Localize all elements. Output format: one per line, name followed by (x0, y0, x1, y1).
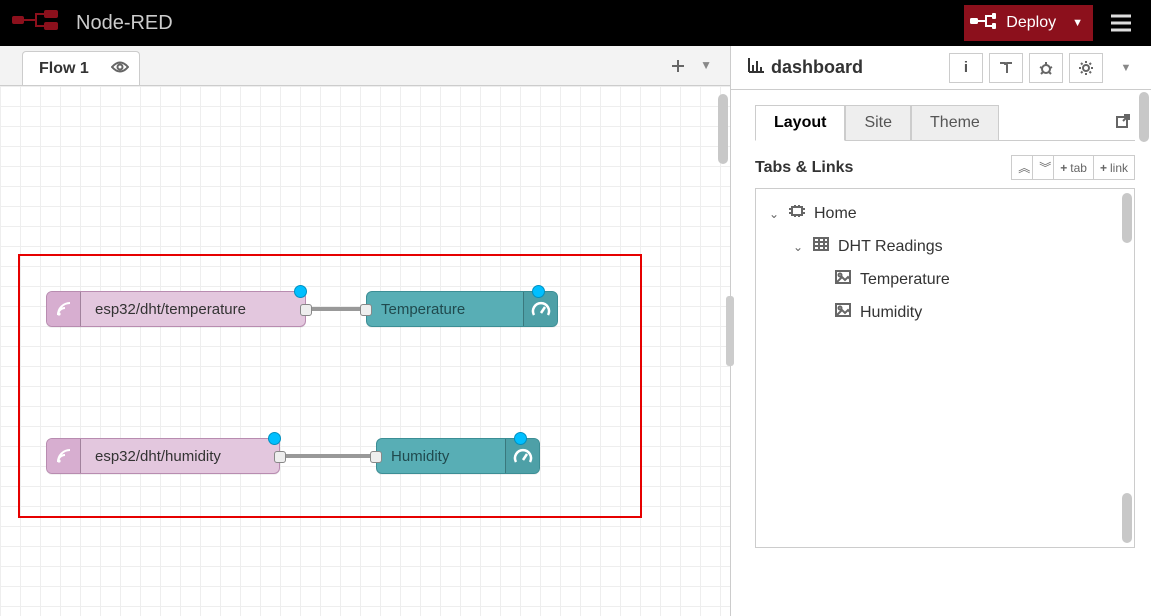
tree-widget-temperature[interactable]: Temperature (764, 263, 1128, 296)
sidebar-toolbar: dashboard i ▼ (731, 46, 1151, 90)
flow-menu-button[interactable]: ▼ (700, 58, 712, 79)
tab-theme[interactable]: Theme (911, 105, 999, 141)
wire[interactable] (286, 454, 374, 458)
add-link-button[interactable]: +link (1094, 155, 1135, 180)
tree-widget-humidity[interactable]: Humidity (764, 296, 1128, 329)
tree-label: Home (814, 205, 857, 223)
mqtt-in-icon (47, 439, 81, 473)
flow-canvas[interactable]: esp32/dht/temperature Temperature (0, 86, 730, 616)
app-logo: Node-RED (10, 8, 173, 38)
open-dashboard-button[interactable] (1111, 107, 1135, 140)
tree-label: Temperature (860, 271, 950, 289)
collapse-all-button[interactable]: ︾ (1033, 155, 1054, 180)
chevron-up-double-icon: ︽ (1018, 159, 1026, 176)
node-gauge-humidity[interactable]: Humidity (376, 438, 540, 474)
tab-layout[interactable]: Layout (755, 105, 845, 141)
main-menu-button[interactable] (1099, 5, 1143, 41)
layout-tree: ⌄ Home ⌄ DHT Readings (755, 188, 1135, 548)
deploy-button[interactable]: Deploy ▼ (964, 5, 1093, 41)
chevron-down-icon: ⌄ (792, 240, 804, 254)
sidebar-debug-button[interactable] (1029, 53, 1063, 83)
tree-group-dht[interactable]: ⌄ DHT Readings (764, 230, 1128, 263)
mqtt-in-icon (47, 292, 81, 326)
image-icon (834, 303, 852, 322)
sidebar-title: dashboard (771, 57, 863, 78)
node-input-port[interactable] (370, 451, 382, 463)
node-status-dot (514, 432, 527, 445)
tree-label: DHT Readings (838, 238, 943, 256)
gear-icon (1078, 60, 1094, 76)
app-header: Node-RED Deploy ▼ (0, 0, 1151, 46)
tree-scrollbar[interactable] (1122, 193, 1132, 243)
hamburger-icon (1110, 14, 1132, 32)
book-icon (998, 61, 1014, 75)
info-icon: i (964, 59, 968, 76)
node-red-logo-icon (10, 8, 66, 38)
grid-icon (812, 237, 830, 256)
main-area: Flow 1 ▼ esp (0, 46, 1151, 616)
node-input-port[interactable] (360, 304, 372, 316)
chevron-down-icon: ▼ (1072, 17, 1083, 29)
chevron-down-double-icon: ︾ (1039, 159, 1047, 176)
node-label: Temperature (367, 301, 479, 318)
flow-tab[interactable]: Flow 1 (22, 51, 140, 85)
node-status-dot (294, 285, 307, 298)
add-tab-button[interactable]: +tab (1054, 155, 1094, 180)
tree-label: Humidity (860, 304, 922, 322)
expand-all-button[interactable]: ︽ (1011, 155, 1033, 180)
node-label: esp32/dht/temperature (81, 301, 260, 318)
plus-icon (670, 58, 686, 74)
node-gauge-temperature[interactable]: Temperature (366, 291, 558, 327)
deploy-label: Deploy (1006, 14, 1056, 32)
dashboard-subtabs: Layout Site Theme (755, 104, 1135, 141)
node-output-port[interactable] (274, 451, 286, 463)
wire[interactable] (312, 307, 364, 311)
tree-scrollbar[interactable] (1122, 493, 1132, 543)
image-icon (834, 270, 852, 289)
node-label: esp32/dht/humidity (81, 448, 235, 465)
bug-icon (1038, 60, 1054, 76)
tab-site[interactable]: Site (845, 105, 911, 141)
app-title: Node-RED (76, 12, 173, 35)
canvas-scrollbar-vertical[interactable] (718, 94, 728, 164)
sidebar-config-button[interactable] (1069, 53, 1103, 83)
deploy-icon (970, 12, 996, 35)
external-link-icon (1115, 113, 1131, 129)
add-flow-button[interactable] (670, 58, 686, 79)
flow-tab-label: Flow 1 (39, 60, 89, 78)
node-status-dot (532, 285, 545, 298)
sidebar-help-button[interactable] (989, 53, 1023, 83)
tab-icon (788, 204, 806, 223)
canvas-wrapper: esp32/dht/temperature Temperature (0, 86, 730, 616)
chevron-down-icon: ⌄ (768, 207, 780, 221)
bar-chart-icon (747, 57, 765, 78)
plus-icon: + (1060, 161, 1067, 175)
tree-tab-home[interactable]: ⌄ Home (764, 197, 1128, 230)
sidebar-more-button[interactable]: ▼ (1109, 53, 1143, 83)
node-status-dot (268, 432, 281, 445)
workspace: Flow 1 ▼ esp (0, 46, 731, 616)
section-title: Tabs & Links (755, 159, 853, 177)
plus-icon: + (1100, 161, 1107, 175)
node-label: Humidity (377, 448, 463, 465)
node-mqtt-temperature[interactable]: esp32/dht/temperature (46, 291, 306, 327)
workspace-tabbar: Flow 1 ▼ (0, 46, 730, 86)
eye-icon (111, 60, 129, 79)
node-output-port[interactable] (300, 304, 312, 316)
sidebar: dashboard i ▼ Layout Site Theme (731, 46, 1151, 616)
sidebar-info-button[interactable]: i (949, 53, 983, 83)
node-mqtt-humidity[interactable]: esp32/dht/humidity (46, 438, 280, 474)
